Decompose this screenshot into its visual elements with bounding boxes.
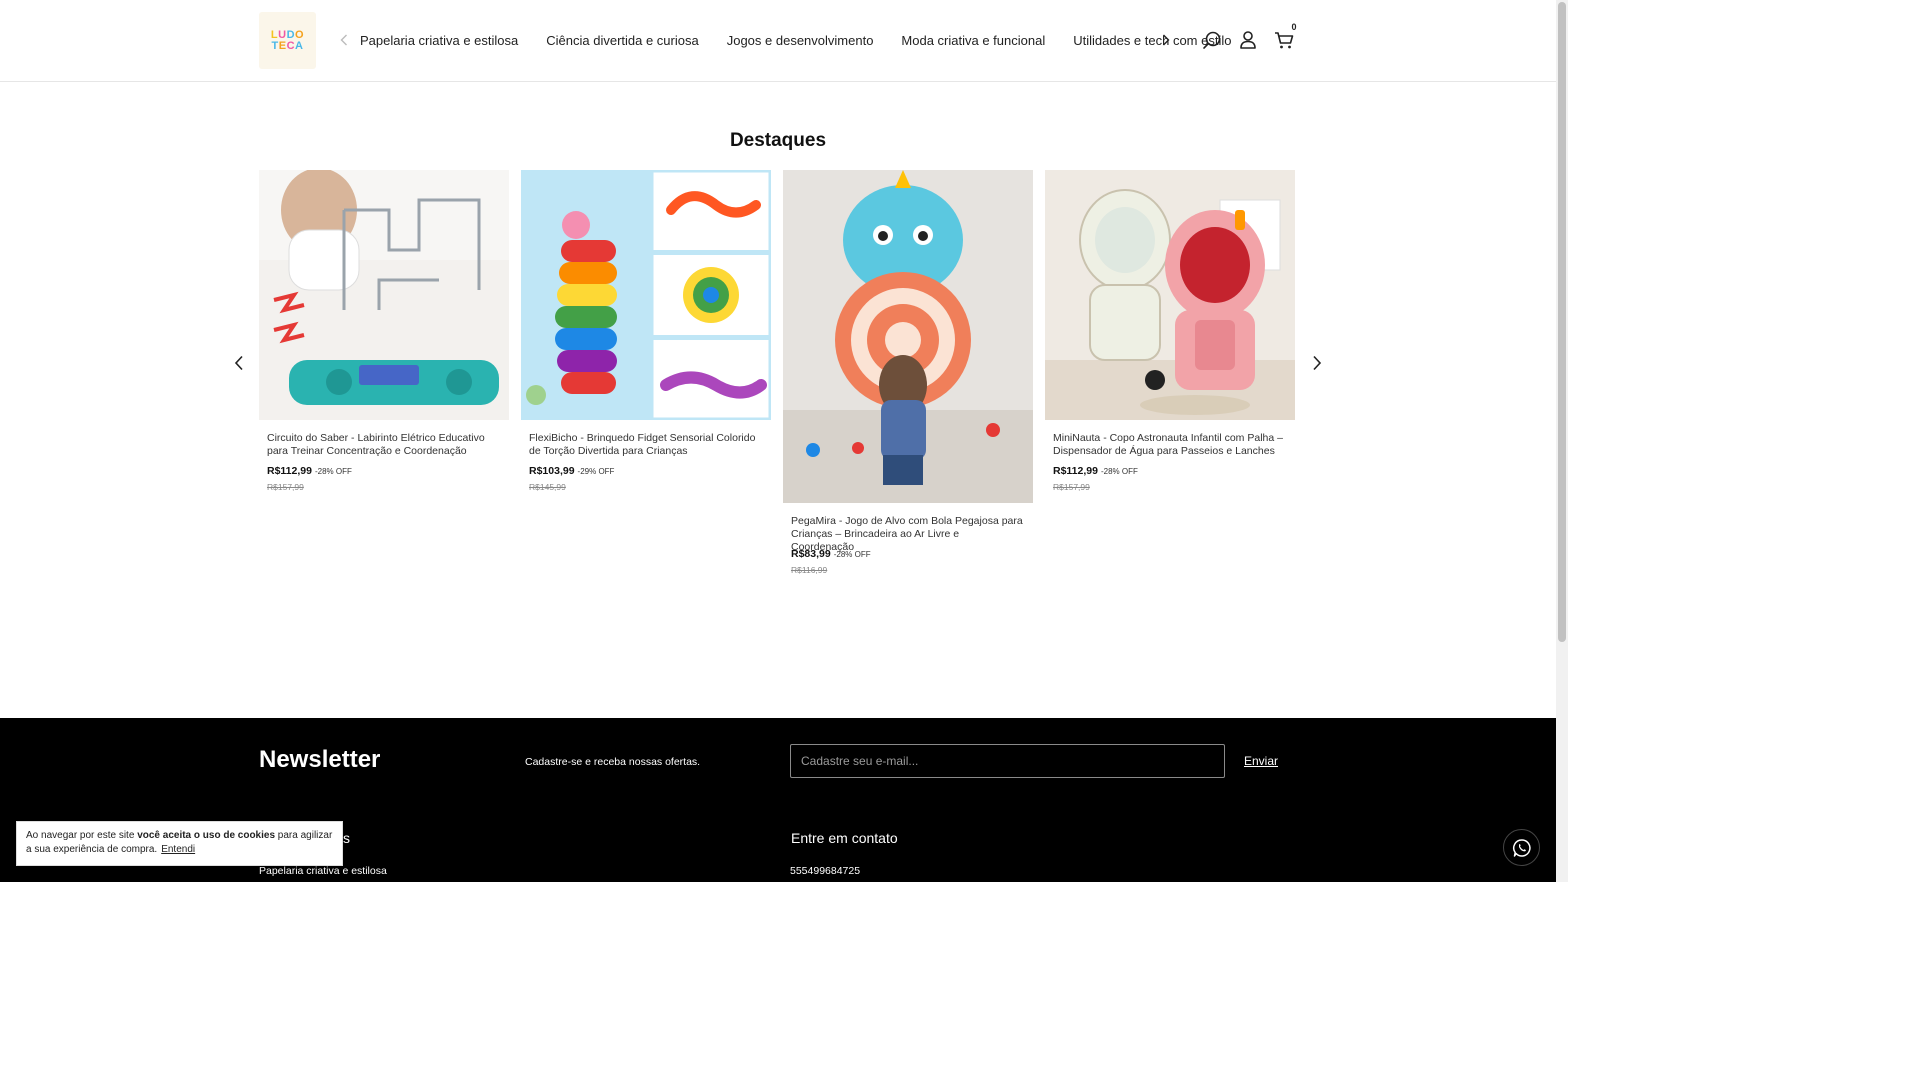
account-button[interactable] [1237,29,1259,51]
discount-label: -28% OFF [314,467,352,476]
chevron-left-icon [340,34,347,46]
logo-letter: L [270,28,279,41]
price-row: R$103,99 -29% OFF [529,465,763,477]
footer-categories-title: s [343,830,350,846]
product-price: R$83,99 [791,548,831,560]
discount-label: -29% OFF [577,467,615,476]
cart-icon [1275,32,1294,49]
site-header: LUDO TECA Papelaria criativa e estilosa … [0,0,1556,82]
user-icon [1240,31,1256,49]
logo-letter: A [295,39,304,52]
product-image-fidget-slug [521,170,771,420]
nav-item-moda[interactable]: Moda criativa e funcional [901,33,1045,48]
newsletter-email-input[interactable] [790,744,1225,778]
product-old-price: R$157,99 [1053,482,1090,492]
search-icon [1203,31,1221,49]
footer-contact-title: Entre em contato [791,830,898,846]
product-card[interactable]: PegaMira - Jogo de Alvo com Bola Pegajos… [783,170,1033,575]
product-image-maze-toy [259,170,509,420]
price-row: R$112,99 -28% OFF [267,465,501,477]
logo-letter: C [286,39,296,52]
whatsapp-button[interactable] [1503,829,1540,866]
product-card[interactable]: FlexiBicho - Brinquedo Fidget Sensorial … [521,170,771,492]
product-image[interactable] [521,170,771,420]
store-logo[interactable]: LUDO TECA [259,12,316,69]
product-name[interactable]: MiniNauta - Copo Astronauta Infantil com… [1053,432,1287,458]
nav-next-button[interactable] [1156,30,1176,50]
chevron-right-icon [1313,355,1322,371]
cookie-accept-button[interactable]: Entendi [161,844,195,855]
product-old-price: R$145,99 [529,482,566,492]
product-name[interactable]: PegaMira - Jogo de Alvo com Bola Pegajos… [791,515,1025,553]
chevron-left-icon [234,355,243,371]
carousel-next-button[interactable] [1306,352,1328,374]
whatsapp-icon [1512,838,1531,857]
product-name[interactable]: Circuito do Saber - Labirinto Elétrico E… [267,432,501,458]
logo-letter: T [271,39,279,52]
logo-letter: O [295,28,305,41]
logo-letter: E [278,39,287,52]
category-nav: Papelaria criativa e estilosa Ciência di… [360,33,1231,48]
product-image[interactable] [259,170,509,420]
cookie-text-1: Ao navegar por este site [26,830,138,841]
page-scrollbar[interactable] [1556,0,1568,882]
product-card[interactable]: MiniNauta - Copo Astronauta Infantil com… [1045,170,1295,492]
product-name[interactable]: FlexiBicho - Brinquedo Fidget Sensorial … [529,432,763,458]
cart-count-badge: 0 [1289,22,1299,32]
section-title: Destaques [729,130,827,151]
product-price: R$103,99 [529,465,575,477]
price-row: R$112,99 -28% OFF [1053,465,1287,477]
newsletter-send-button[interactable]: Enviar [1244,754,1278,768]
discount-label: -28% OFF [1100,467,1138,476]
newsletter-subtitle: Cadastre-se e receba nossas ofertas. [525,756,701,768]
product-price: R$112,99 [1053,465,1098,477]
newsletter-title: Newsletter [259,746,381,773]
product-old-price: R$116,99 [791,565,828,575]
product-image[interactable] [783,170,1033,503]
product-image[interactable] [1045,170,1295,420]
product-image-dino-target [783,170,1033,503]
cart-button[interactable] [1273,29,1295,51]
nav-prev-button[interactable] [334,30,354,50]
discount-label: -28% OFF [833,550,871,559]
footer-category-link[interactable]: Papelaria criativa e estilosa [259,865,387,877]
chevron-right-icon [1163,34,1170,46]
logo-line-1: LUDO [270,28,305,41]
scrollbar-thumb[interactable] [1558,2,1566,642]
product-price: R$112,99 [267,465,312,477]
search-button[interactable] [1201,29,1223,51]
cookie-banner: Ao navegar por este site você aceita o u… [16,821,343,866]
product-image-astronaut-cup [1045,170,1295,420]
logo-letter: D [286,28,296,41]
logo-line-2: TECA [271,39,304,52]
nav-item-jogos[interactable]: Jogos e desenvolvimento [727,33,874,48]
carousel-prev-button[interactable] [228,352,250,374]
product-card[interactable]: Circuito do Saber - Labirinto Elétrico E… [259,170,509,492]
product-old-price: R$157,99 [267,482,304,492]
logo-letter: U [278,28,287,41]
cookie-text-bold: você aceita o uso de cookies [137,830,276,841]
footer-phone[interactable]: 555499684725 [790,865,860,877]
nav-item-papelaria[interactable]: Papelaria criativa e estilosa [360,33,518,48]
nav-item-ciencia[interactable]: Ciência divertida e curiosa [546,33,698,48]
price-row: R$83,99 -28% OFF [791,548,1025,560]
